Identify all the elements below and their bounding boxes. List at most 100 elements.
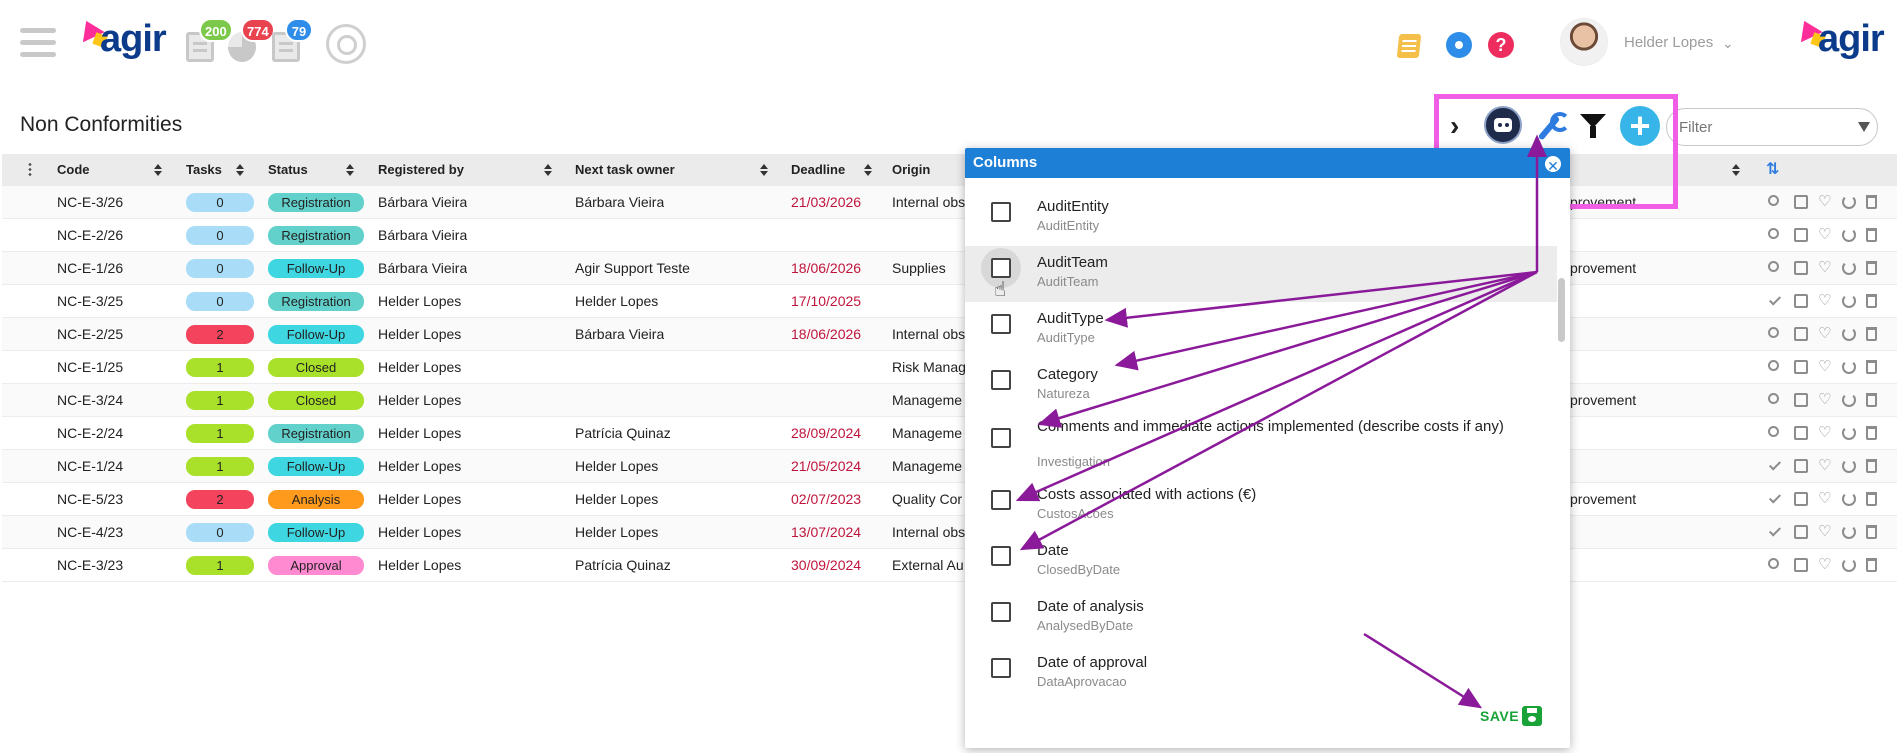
refresh-icon[interactable]	[1842, 426, 1856, 440]
brand-logo[interactable]: agir	[75, 15, 167, 61]
table-row[interactable]: NC-E-3/24 1 Closed Helder Lopes Manageme prov…	[2, 384, 1897, 417]
search-icon[interactable]	[326, 24, 366, 64]
trash-icon[interactable]	[1866, 525, 1877, 539]
column-option[interactable]: Comments and immediate actions implement…	[965, 410, 1557, 476]
column-header-next-task-owner[interactable]: Next task owner	[575, 154, 675, 186]
caret-down-icon[interactable]	[1858, 122, 1870, 132]
heart-icon[interactable]: ♡	[1818, 326, 1832, 341]
table-row[interactable]: NC-E-2/26 0 Registration Bárbara Vieira ♡	[2, 219, 1897, 252]
column-option[interactable]: Date of approval DataAprovacao	[965, 646, 1557, 702]
heart-icon[interactable]: ♡	[1818, 491, 1832, 506]
trash-icon[interactable]	[1866, 393, 1877, 407]
search-icon[interactable]	[1768, 360, 1779, 371]
user-name[interactable]: Helder Lopes	[1624, 34, 1713, 51]
column-header-tasks[interactable]: Tasks	[186, 154, 222, 186]
trash-icon[interactable]	[1866, 492, 1877, 506]
trash-icon[interactable]	[1866, 360, 1877, 374]
sort-settings-icon[interactable]: ⇅	[1766, 154, 1779, 186]
open-external-icon[interactable]	[1794, 525, 1808, 539]
trash-icon[interactable]	[1866, 459, 1877, 473]
notes-icon[interactable]	[1396, 34, 1422, 58]
column-option[interactable]: Category Natureza	[965, 358, 1557, 414]
column-checkbox[interactable]	[991, 602, 1011, 622]
table-row[interactable]: NC-E-2/24 1 Registration Helder Lopes Patríc…	[2, 417, 1897, 450]
refresh-icon[interactable]	[1842, 558, 1856, 572]
table-row[interactable]: NC-E-1/25 1 Closed Helder Lopes Risk Manag ♡	[2, 351, 1897, 384]
avatar[interactable]	[1560, 18, 1608, 66]
trash-icon[interactable]	[1866, 426, 1877, 440]
column-option[interactable]: Date of analysis AnalysedByDate	[965, 590, 1557, 646]
open-external-icon[interactable]	[1794, 393, 1808, 407]
heart-icon[interactable]: ♡	[1818, 194, 1832, 209]
trash-icon[interactable]	[1866, 195, 1877, 209]
column-header-deadline[interactable]: Deadline	[791, 154, 845, 186]
check-icon[interactable]	[1768, 491, 1782, 504]
trash-icon[interactable]	[1866, 294, 1877, 308]
table-row[interactable]: NC-E-1/24 1 Follow-Up Helder Lopes Helder Lo…	[2, 450, 1897, 483]
open-external-icon[interactable]	[1794, 360, 1808, 374]
trash-icon[interactable]	[1866, 228, 1877, 242]
table-row[interactable]: NC-E-3/25 0 Registration Helder Lopes Helder…	[2, 285, 1897, 318]
heart-icon[interactable]: ♡	[1818, 557, 1832, 572]
gear-icon[interactable]	[1446, 32, 1472, 58]
save-button[interactable]: SAVE	[1480, 708, 1519, 724]
column-checkbox[interactable]	[991, 370, 1011, 390]
open-external-icon[interactable]	[1794, 294, 1808, 308]
heart-icon[interactable]: ♡	[1818, 458, 1832, 473]
search-icon[interactable]	[1768, 393, 1779, 404]
menu-icon[interactable]	[20, 28, 56, 58]
check-icon[interactable]	[1768, 458, 1782, 471]
table-row[interactable]: NC-E-1/26 0 Follow-Up Bárbara Vieira Agir Su…	[2, 252, 1897, 285]
heart-icon[interactable]: ♡	[1818, 524, 1832, 539]
check-icon[interactable]	[1768, 293, 1782, 306]
close-icon[interactable]: ✕	[1543, 154, 1563, 174]
filter-input[interactable]	[1666, 108, 1878, 146]
refresh-icon[interactable]	[1842, 492, 1856, 506]
column-option[interactable]: AuditType AuditType	[965, 302, 1557, 358]
column-header-code[interactable]: Code	[57, 154, 90, 186]
refresh-icon[interactable]	[1842, 525, 1856, 539]
help-icon[interactable]: ?	[1488, 32, 1514, 58]
column-checkbox[interactable]	[991, 428, 1011, 448]
search-icon[interactable]	[1768, 327, 1779, 338]
heart-icon[interactable]: ♡	[1818, 260, 1832, 275]
open-external-icon[interactable]	[1794, 558, 1808, 572]
column-option[interactable]: Costs associated with actions (€) CustosA…	[965, 478, 1557, 534]
search-icon[interactable]	[1768, 558, 1779, 569]
search-icon[interactable]	[1768, 426, 1779, 437]
column-checkbox[interactable]	[991, 314, 1011, 334]
column-checkbox[interactable]	[991, 490, 1011, 510]
refresh-icon[interactable]	[1842, 195, 1856, 209]
heart-icon[interactable]: ♡	[1818, 293, 1832, 308]
search-icon[interactable]	[1768, 228, 1779, 239]
column-header-status[interactable]: Status	[268, 154, 308, 186]
column-checkbox[interactable]	[991, 202, 1011, 222]
open-external-icon[interactable]	[1794, 426, 1808, 440]
table-row[interactable]: NC-E-2/25 2 Follow-Up Helder Lopes Bárbara V…	[2, 318, 1897, 351]
column-option[interactable]: AuditEntity AuditEntity	[965, 190, 1557, 246]
drag-handle-icon[interactable]	[28, 162, 32, 178]
heart-icon[interactable]: ♡	[1818, 425, 1832, 440]
table-row[interactable]: NC-E-5/23 2 Analysis Helder Lopes Helder Lop…	[2, 483, 1897, 516]
open-external-icon[interactable]	[1794, 195, 1808, 209]
column-checkbox[interactable]	[991, 546, 1011, 566]
heart-icon[interactable]: ♡	[1818, 392, 1832, 407]
refresh-icon[interactable]	[1842, 360, 1856, 374]
table-row[interactable]: NC-E-3/23 1 Approval Helder Lopes Patrícia Q…	[2, 549, 1897, 582]
column-header-origin[interactable]: Origin	[892, 154, 930, 186]
chevron-down-icon[interactable]: ⌄	[1722, 35, 1734, 52]
scrollbar[interactable]	[1558, 278, 1565, 342]
refresh-icon[interactable]	[1842, 294, 1856, 308]
heart-icon[interactable]: ♡	[1818, 359, 1832, 374]
heart-icon[interactable]: ♡	[1818, 227, 1832, 242]
open-external-icon[interactable]	[1794, 261, 1808, 275]
open-external-icon[interactable]	[1794, 327, 1808, 341]
column-checkbox[interactable]	[991, 258, 1011, 278]
table-row[interactable]: NC-E-4/23 0 Follow-Up Helder Lopes Helder Lo…	[2, 516, 1897, 549]
save-icon[interactable]	[1522, 706, 1542, 726]
column-option[interactable]: Date ClosedByDate	[965, 534, 1557, 590]
trash-icon[interactable]	[1866, 327, 1877, 341]
refresh-icon[interactable]	[1842, 327, 1856, 341]
search-icon[interactable]	[1768, 195, 1779, 206]
refresh-icon[interactable]	[1842, 261, 1856, 275]
